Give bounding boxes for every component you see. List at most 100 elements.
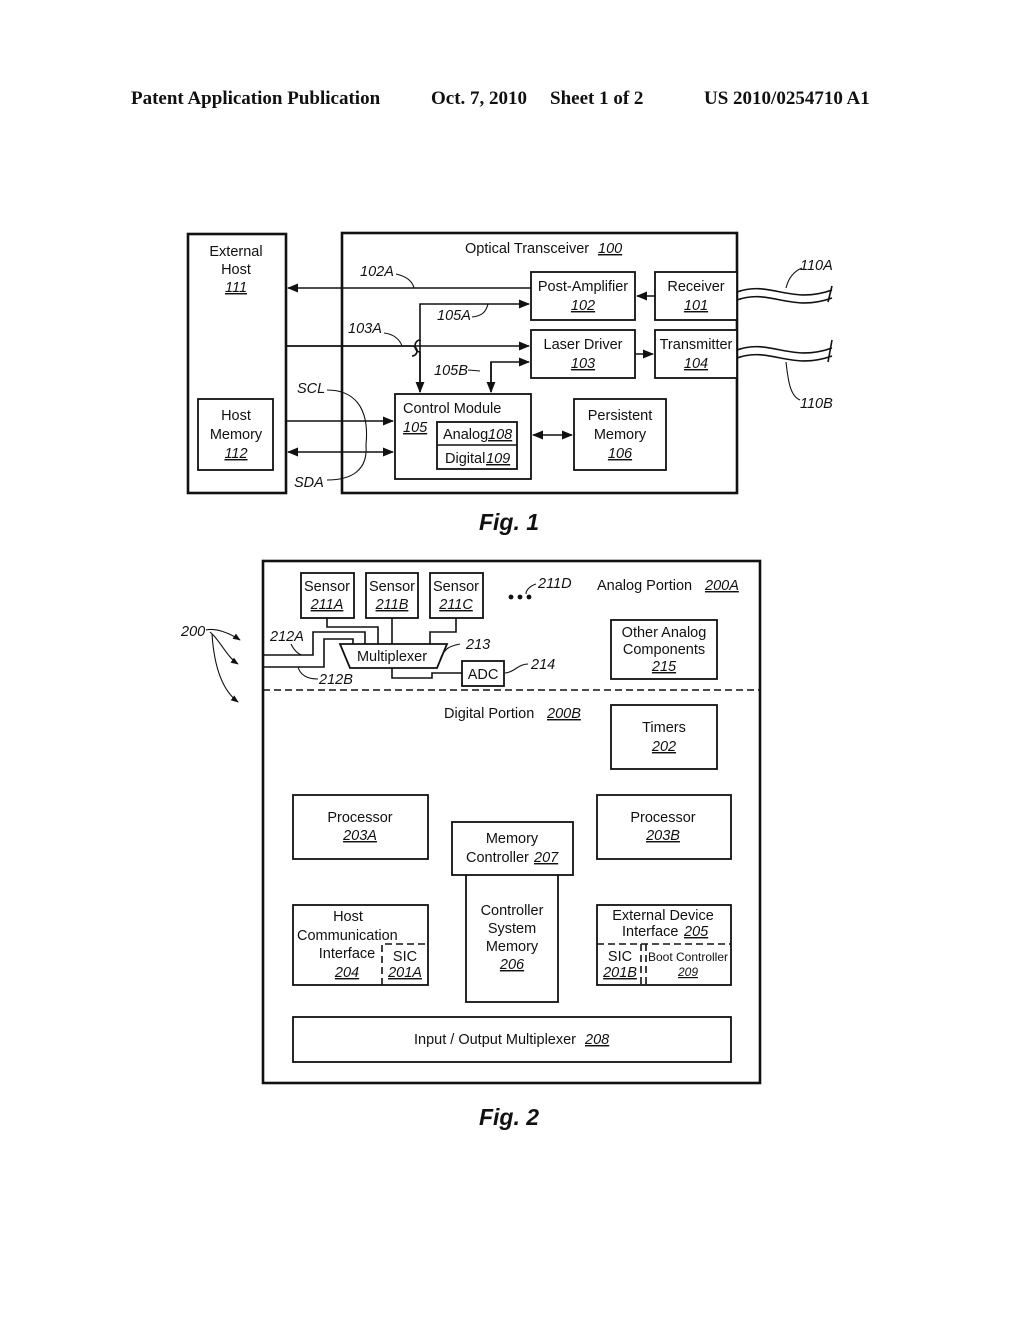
- hci-ref: 204: [334, 965, 359, 981]
- csm-label-1: Controller: [481, 903, 544, 919]
- boot-controller-ref: 209: [677, 965, 698, 979]
- host-communication-interface-block: Host Communication Interface 204 SIC 201…: [292, 904, 429, 986]
- digital-portion-ref: 200B: [546, 706, 581, 722]
- tag-sda: SDA: [294, 475, 324, 491]
- persistent-memory-block: Persistent Memory 106: [573, 398, 667, 471]
- csm-label-2: System: [488, 921, 536, 937]
- fiber-110A: [736, 287, 833, 304]
- fiber-110B: [736, 345, 833, 362]
- leader-105A: [471, 303, 489, 318]
- leader-103A: [383, 332, 403, 347]
- digital-portion-label: Digital Portion: [444, 706, 534, 722]
- processor-203A-ref: 203A: [342, 828, 377, 844]
- external-host-ref: 111: [225, 280, 247, 296]
- persistent-memory-ref: 106: [608, 446, 633, 462]
- leader-scl: [326, 389, 368, 446]
- receiver-ref: 101: [684, 298, 708, 314]
- sic-201B-label: SIC: [608, 949, 632, 965]
- analog-portion-label: Analog Portion: [597, 578, 692, 594]
- transmitter-ref: 104: [684, 356, 708, 372]
- arrow-200-a: [205, 628, 241, 641]
- external-device-interface-block: External Device Interface 205 SIC 201B B…: [596, 904, 732, 986]
- fiber-110B-end: [827, 339, 833, 363]
- fig2-diagram: 200 Analog Portion 200A Sensor 211A Sens…: [180, 559, 762, 1130]
- processor-203A-block: Processor 203A: [292, 794, 429, 860]
- tag-212A: 212A: [269, 629, 304, 645]
- adc-label: ADC: [468, 667, 499, 683]
- leader-sda: [326, 444, 367, 481]
- control-module-ref: 105: [403, 420, 428, 436]
- analog-ref: 108: [488, 427, 512, 443]
- edi-label-1: External Device: [612, 908, 714, 924]
- analog-label: Analog: [443, 427, 488, 443]
- tag-110B: 110B: [800, 396, 833, 412]
- csm-ref: 206: [499, 957, 525, 973]
- laser-driver-ref: 103: [571, 356, 595, 372]
- sensor-211A-ref: 211A: [310, 597, 344, 613]
- host-memory-block: Host Memory 112: [197, 398, 274, 471]
- sic-201B-ref: 201B: [602, 965, 637, 981]
- hci-label-1: Host: [333, 909, 363, 925]
- post-amplifier-ref: 102: [571, 298, 595, 314]
- arrow-200-c: [211, 633, 239, 703]
- sensor-211B-ref: 211B: [375, 597, 409, 613]
- edi-ref: 205: [683, 924, 709, 940]
- transceiver-label: Optical Transceiver: [465, 241, 589, 257]
- digital-ref: 109: [486, 451, 510, 467]
- sensor-211C-block: Sensor 211C: [429, 572, 484, 619]
- other-analog-components-block: Other Analog Components 215: [610, 619, 718, 680]
- hci-label-2: Communication: [297, 928, 398, 944]
- external-host-label-2: Host: [221, 262, 251, 278]
- multiplexer-label: Multiplexer: [357, 649, 427, 665]
- fig1-caption: Fig. 1: [479, 509, 539, 535]
- other-analog-ref: 215: [651, 659, 677, 675]
- adc-block: ADC: [461, 660, 505, 687]
- host-memory-ref: 112: [224, 446, 247, 462]
- memory-controller-label-1: Memory: [486, 831, 539, 847]
- laser-driver-label: Laser Driver: [544, 337, 623, 353]
- processor-203A-label: Processor: [327, 810, 392, 826]
- tag-211D: 211D: [537, 576, 572, 592]
- processor-203B-block: Processor 203B: [596, 794, 732, 860]
- io-multiplexer-ref: 208: [584, 1032, 609, 1048]
- tag-105B: 105B: [434, 363, 468, 379]
- connector-105A: [414, 299, 531, 392]
- other-analog-label-2: Components: [623, 642, 705, 658]
- tag-103A: 103A: [348, 321, 382, 337]
- processor-203B-label: Processor: [630, 810, 695, 826]
- timers-ref: 202: [651, 739, 676, 755]
- transmitter-block: Transmitter 104: [654, 329, 738, 379]
- memory-controller-ref: 207: [533, 850, 559, 866]
- persistent-memory-label-1: Persistent: [588, 408, 652, 424]
- tag-105A: 105A: [437, 308, 471, 324]
- control-module-block: Control Module 105 Analog 108 Digital 10…: [394, 393, 532, 480]
- receiver-label: Receiver: [667, 279, 724, 295]
- sensor-211B-label: Sensor: [369, 579, 415, 595]
- edi-label-2: Interface: [622, 924, 678, 940]
- sic-201A-ref: 201A: [387, 965, 422, 981]
- leader-212A: [290, 643, 303, 656]
- patent-drawing: External Host 111 Host Memory 112 Optica…: [180, 231, 833, 1130]
- other-analog-label-1: Other Analog: [622, 625, 707, 641]
- csm-label-3: Memory: [486, 939, 539, 955]
- tag-110A: 110A: [800, 258, 833, 274]
- sensor-211B-block: Sensor 211B: [365, 572, 419, 619]
- sensor-211A-block: Sensor 211A: [300, 572, 355, 619]
- timers-block: Timers 202: [610, 704, 718, 770]
- tag-214: 214: [530, 657, 555, 673]
- connector-105B: [490, 357, 531, 392]
- sensor-211C-label: Sensor: [433, 579, 479, 595]
- leader-110B: [785, 361, 801, 401]
- tag-212B: 212B: [318, 672, 353, 688]
- control-module-label: Control Module: [403, 401, 501, 417]
- fiber-110A-end: [827, 285, 833, 303]
- tag-213: 213: [465, 637, 490, 653]
- post-amplifier-block: Post-Amplifier 102: [530, 271, 636, 321]
- timers-label: Timers: [642, 720, 686, 736]
- sensor-211A-label: Sensor: [304, 579, 350, 595]
- transmitter-label: Transmitter: [660, 337, 733, 353]
- tag-200: 200: [180, 624, 205, 640]
- tag-102A: 102A: [360, 264, 394, 280]
- boot-controller-label: Boot Controller: [648, 950, 728, 964]
- digital-label: Digital: [445, 451, 485, 467]
